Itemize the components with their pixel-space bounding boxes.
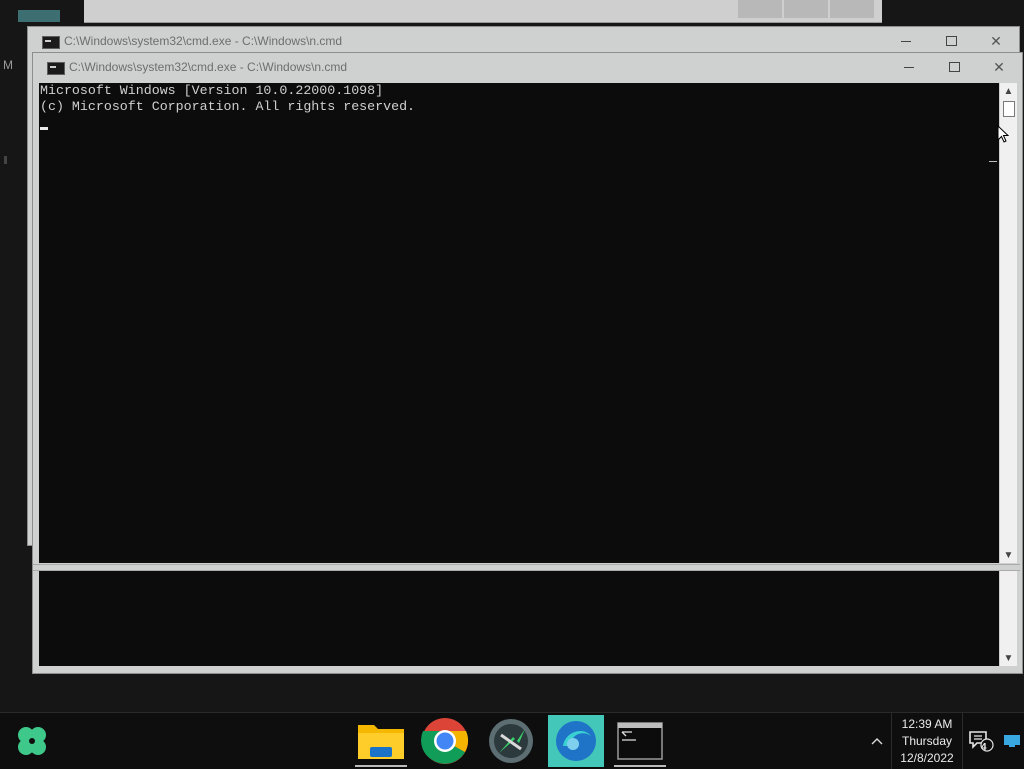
cmd-icon: [617, 722, 663, 760]
minimize-icon: [901, 40, 911, 42]
titlebar[interactable]: C:\Windows\system32\cmd.exe - C:\Windows…: [28, 27, 1019, 55]
app-icon: [489, 719, 533, 763]
clock-day: Thursday: [901, 733, 953, 748]
tray-overflow-chevron-icon[interactable]: [864, 713, 890, 769]
window-title: C:\Windows\system32\cmd.exe - C:\Windows…: [69, 60, 348, 74]
console-text: Microsoft Windows [Version 10.0.22000.10…: [40, 83, 415, 115]
lower-vertical-scrollbar[interactable]: ▼: [999, 571, 1017, 666]
clock-time: 12:39 AM: [901, 716, 953, 731]
clock[interactable]: 12:39 AM Thursday 12/8/2022: [891, 713, 963, 769]
minimize-button[interactable]: [887, 53, 931, 81]
clock-date: 12/8/2022: [900, 750, 954, 765]
close-button[interactable]: ✕: [974, 27, 1018, 55]
taskbar: 12:39 AM Thursday 12/8/2022 4: [0, 712, 1024, 769]
cmd-icon: [42, 36, 60, 49]
scroll-down-icon[interactable]: ▼: [1000, 650, 1017, 666]
file-explorer-icon: [358, 725, 404, 759]
browser-icon: [556, 721, 596, 761]
console-output[interactable]: Microsoft Windows [Version 10.0.22000.10…: [39, 83, 999, 563]
scroll-thumb[interactable]: [1003, 101, 1015, 117]
clover-start-icon: [18, 727, 46, 755]
taskbar-app[interactable]: [483, 715, 539, 767]
notification-count: 4: [981, 742, 987, 753]
maximize-icon: [945, 36, 957, 46]
notification-center-button[interactable]: 4: [964, 713, 998, 769]
pane-splitter[interactable]: [33, 564, 1020, 571]
background-window[interactable]: [84, 0, 882, 23]
cmd-icon: [47, 62, 65, 75]
vertical-scrollbar[interactable]: ▲ ▼: [999, 83, 1017, 563]
maximize-button[interactable]: [929, 27, 973, 55]
console-line: (c) Microsoft Corporation. All rights re…: [40, 99, 416, 114]
desktop-icon-fragment[interactable]: [18, 10, 60, 22]
show-desktop-button[interactable]: [1000, 713, 1024, 769]
window-title: C:\Windows\system32\cmd.exe - C:\Windows…: [64, 34, 343, 48]
taskbar-chrome[interactable]: [417, 715, 473, 767]
mouse-pointer-icon: [997, 125, 1009, 143]
minimize-button[interactable]: [884, 27, 928, 55]
minimize-icon: [904, 66, 914, 68]
maximize-icon: [948, 62, 960, 72]
close-icon: ✕: [993, 58, 1005, 75]
console-line: Microsoft Windows [Version 10.0.22000.10…: [40, 83, 384, 98]
scroll-down-icon[interactable]: ▼: [1000, 547, 1017, 563]
cursor-mark: [989, 161, 997, 162]
taskbar-file-explorer[interactable]: [353, 715, 409, 767]
start-button[interactable]: [12, 721, 52, 761]
bg-close-button[interactable]: [830, 0, 874, 18]
scroll-up-icon[interactable]: ▲: [1000, 83, 1017, 99]
bg-minimize-button[interactable]: [738, 0, 782, 18]
titlebar[interactable]: C:\Windows\system32\cmd.exe - C:\Windows…: [33, 53, 1022, 81]
desktop: M C:\Windows\system32\cmd.exe - C:\Windo…: [0, 0, 1024, 712]
show-desktop-icon: [1004, 735, 1020, 747]
text-cursor: [40, 127, 48, 130]
taskbar-browser[interactable]: [548, 715, 604, 767]
chrome-icon: [421, 718, 469, 764]
desktop-letter: M: [3, 58, 13, 72]
cmd-window-front[interactable]: C:\Windows\system32\cmd.exe - C:\Windows…: [32, 52, 1023, 674]
maximize-button[interactable]: [932, 53, 976, 81]
taskbar-cmd[interactable]: [612, 715, 668, 767]
close-button[interactable]: ✕: [977, 53, 1021, 81]
desktop-fragment: [4, 156, 7, 164]
close-icon: ✕: [990, 32, 1002, 49]
bg-maximize-button[interactable]: [784, 0, 828, 18]
console-lower-pane[interactable]: [39, 571, 999, 666]
